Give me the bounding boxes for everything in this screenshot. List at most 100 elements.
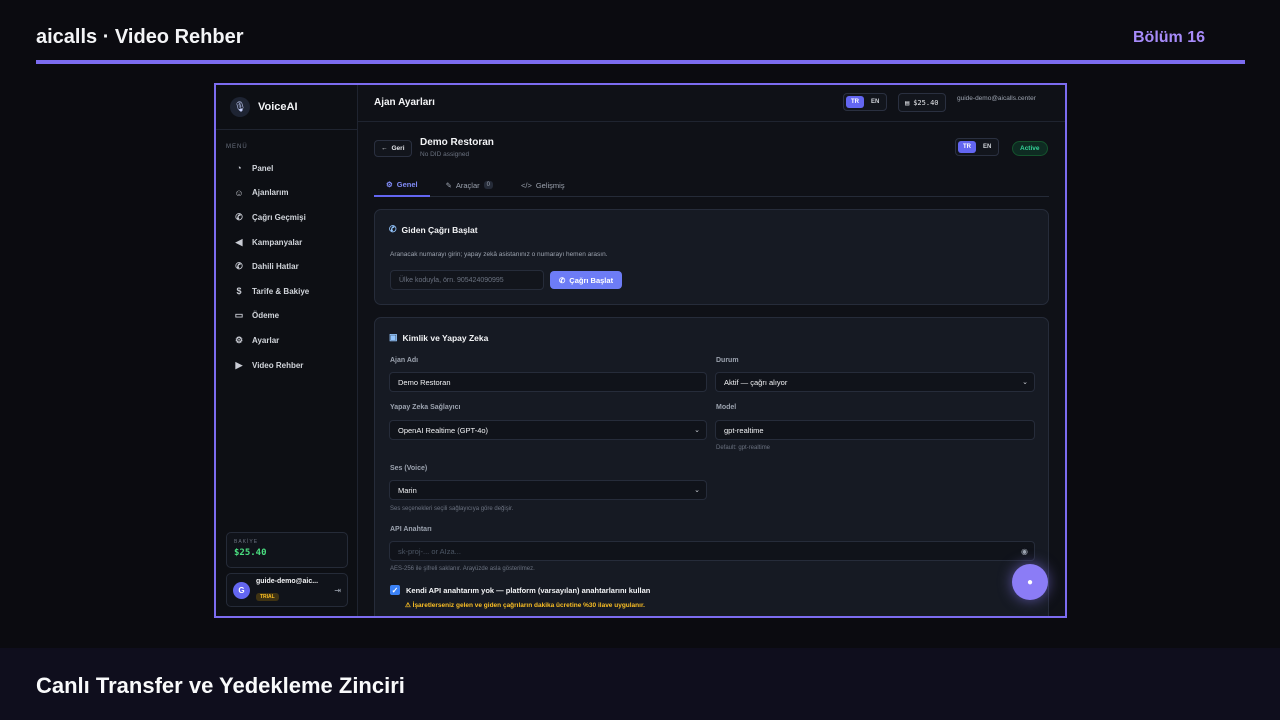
back-button[interactable]: ← Geri [374,140,412,157]
api-key-label: API Anahtarı [390,526,432,533]
user-box[interactable]: G guide-demo@aic... TRIAL ⇥ [226,573,348,607]
tab-general[interactable]: ⚙ Genel [374,173,430,197]
platform-key-label: Kendi API anahtarım yok — platform (vars… [406,585,651,595]
main-content: Ajan Ayarları TR EN ▤ $25.40 guide-demo@… [358,85,1065,616]
wallet-balance[interactable]: ▤ $25.40 [898,93,946,112]
user-email: guide-demo@aic... [256,577,319,585]
episode-label: Bölüm 16 [1132,29,1205,46]
platform-key-checkbox[interactable]: ✓ [390,585,400,595]
voice-select[interactable]: Marin ⌄ [389,480,707,500]
tab-bar: ⚙ Genel ✎ Araçlar 0 </> Gelişmiş [374,173,1049,197]
tab-label: Araçlar [455,180,480,190]
logout-icon[interactable]: ⇥ [334,586,341,595]
outbound-call-card: ✆ Giden Çağrı Başlat Aranacak numarayı gi… [374,209,1049,305]
app-screenshot-frame: 🎙 VoiceAI MENÜ ◔ Panel ☺ Ajanlarım ✆ Çağrı … [214,83,1067,618]
balance-value: $25.40 [234,548,267,558]
sidebar-item-label: Dahili Hatlar [252,262,299,272]
gauge-icon: ◔ [236,163,242,174]
start-call-button[interactable]: ✆ Çağrı Başlat [550,271,623,289]
balance-box: BAKİYE $25.40 [226,532,348,568]
model-label: Model [716,404,737,411]
sidebar-item-video-guide[interactable]: ▶ Video Rehber [216,353,357,378]
top-bar: aicalls · Video Rehber Bölüm 16 [36,26,1245,64]
tab-tools[interactable]: ✎ Araçlar 0 [434,173,505,197]
page-title: Ajan Ayarları [374,97,435,108]
lang-en-button[interactable]: EN [866,96,884,108]
chevron-down-icon: ⌄ [694,427,700,434]
sidebar-item-label: Kampanyalar [252,237,303,247]
voice-hint: Ses seçenekleri seçili sağlayıcıya göre … [390,506,514,512]
platform-key-checkbox-row[interactable]: ✓ Kendi API anahtarım yok — platform (va… [390,585,650,595]
status-badge: Active [1012,141,1048,156]
sidebar-item-panel[interactable]: ◔ Panel [216,156,357,181]
phone-icon: ✆ [559,275,566,285]
agent-lang-tr-button[interactable]: TR [958,141,976,153]
identity-title-text: Kimlik ve Yapay Zeka [402,332,489,343]
megaphone-icon: ◀ [235,236,243,247]
identity-ai-card: ▣ Kimlik ve Yapay Zeka Ajan Adı Demo Rest… [374,317,1049,616]
gear-icon: ⚙ [234,334,244,345]
plan-badge: TRIAL [256,592,279,601]
avatar: G [233,581,250,599]
provider-label: Yapay Zeka Sağlayıcı [390,404,461,411]
api-key-hint: AES-256 ile şifreli saklanır. Arayüzde a… [390,566,535,572]
code-icon: </> [520,180,532,190]
status-select-value: Aktif — çağrı alıyor [724,377,788,387]
outbound-title-text: Giden Çağrı Başlat [401,224,478,235]
model-input[interactable]: gpt-realtime [715,420,1035,440]
chevron-down-icon: ⌄ [1022,379,1028,386]
status-select[interactable]: Aktif — çağrı alıyor ⌄ [715,372,1035,392]
brand-name: VoiceAI [258,101,298,113]
chevron-down-icon: ⌄ [694,487,700,494]
provider-select-value: OpenAI Realtime (GPT-4o) [398,425,489,435]
sidebar-item-payment[interactable]: ▭ Ödeme [216,304,357,329]
video-title: aicalls · Video Rehber [36,26,244,48]
eye-icon[interactable]: ◉ [1021,547,1028,556]
sidebar-item-extensions[interactable]: ✆ Dahili Hatlar [216,254,357,279]
provider-select[interactable]: OpenAI Realtime (GPT-4o) ⌄ [389,420,707,440]
surcharge-warning: ⚠ İşaretlerseniz gelen ve giden çağrılar… [405,602,645,609]
outbound-description: Aranacak numarayı girin; yapay zekâ asis… [390,251,608,258]
agent-name-input[interactable]: Demo Restoran [389,372,707,392]
phone-volume-icon: ✆ [235,261,243,272]
brand[interactable]: 🎙 VoiceAI [216,85,357,130]
dollar-icon: $ [236,286,242,297]
outbound-title: ✆ Giden Çağrı Başlat [389,224,478,235]
phone-number-input[interactable]: Ülke koduyla, örn. 905424090995 [390,270,544,290]
balance-label: BAKİYE [234,539,259,545]
chat-bubble-icon: ● [1026,576,1034,588]
sidebar-item-label: Ödeme [252,311,280,321]
sidebar-item-agents[interactable]: ☺ Ajanlarım [216,181,357,206]
gear-icon: ⚙ [386,179,393,189]
agent-did: No DID assigned [420,151,470,158]
play-circle-icon: ▶ [235,359,243,370]
wrench-icon: ✎ [445,180,452,190]
header-user-email: guide-demo@aicalls.center [957,95,1036,102]
sidebar-item-label: Tarife & Bakiye [252,286,310,296]
arrow-left-icon: ← [381,145,388,152]
agent-lang-en-button[interactable]: EN [978,141,996,153]
chat-fab-button[interactable]: ● [1012,564,1048,600]
tab-label: Genel [396,179,418,189]
credit-card-icon: ▭ [234,310,244,321]
sidebar-item-pricing[interactable]: $ Tarife & Bakiye [216,279,357,304]
tab-advanced[interactable]: </> Gelişmiş [509,173,577,197]
main-header: Ajan Ayarları TR EN ▤ $25.40 guide-demo@… [358,85,1065,122]
lang-tr-button[interactable]: TR [846,96,864,108]
sidebar-item-label: Panel [252,163,274,173]
sidebar-item-campaigns[interactable]: ◀ Kampanyalar [216,230,357,255]
sidebar-item-call-history[interactable]: ✆ Çağrı Geçmişi [216,205,357,230]
sidebar-item-settings[interactable]: ⚙ Ayarlar [216,328,357,353]
sidebar-item-label: Ayarlar [252,335,280,345]
sidebar-item-label: Video Rehber [252,360,304,370]
microphone-icon: 🎙 [230,97,250,117]
sidebar-item-label: Ajanlarım [252,188,289,198]
agent-name-label: Ajan Adı [390,357,419,364]
voice-label: Ses (Voice) [390,465,428,472]
sidebar-item-label: Çağrı Geçmişi [252,212,306,222]
menu-label: MENÜ [226,144,248,150]
api-key-input[interactable]: sk-proj-... or AIza... ◉ [389,541,1035,561]
identity-title: ▣ Kimlik ve Yapay Zeka [389,332,488,343]
phone-outgoing-icon: ✆ [389,224,397,234]
wallet-value: $25.40 [913,98,939,107]
